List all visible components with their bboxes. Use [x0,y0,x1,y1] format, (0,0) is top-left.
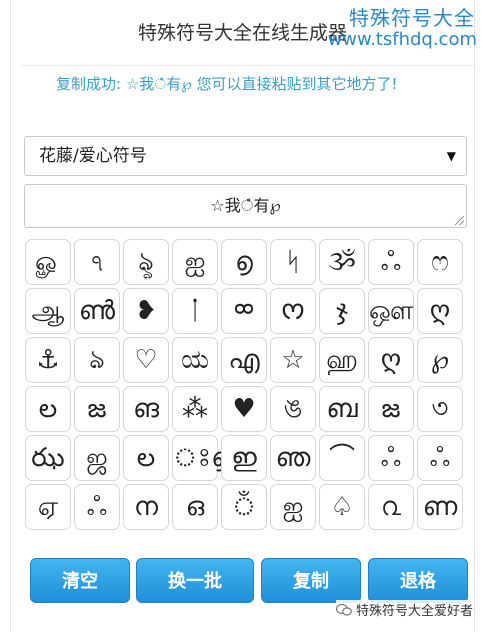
symbol-cell[interactable]: ബ [319,386,365,432]
site-watermark-url: www.tsfhdq.com [327,29,477,50]
symbol-cell[interactable]: ᛋ [270,239,316,285]
symbol-cell[interactable]: ෆ [417,239,463,285]
symbol-cell[interactable]: ஐ [270,484,316,530]
site-watermark-name: 特殊符号大全 [349,6,475,30]
resize-grip-icon[interactable] [455,216,464,225]
symbol-cell[interactable]: ღ [368,337,414,383]
symbol-cell[interactable]: ஆ [25,288,71,334]
symbol-cell[interactable]: ⁂ [172,386,218,432]
symbol-cell[interactable]: ჯ [319,288,365,334]
symbol-cell[interactable]: ᢁ [221,288,267,334]
symbol-cell[interactable]: ❥ [123,288,169,334]
symbol-cell[interactable]: ᰔ [270,288,316,334]
symbol-cell[interactable]: ങ [123,386,169,432]
symbol-cell[interactable]: జ [368,386,414,432]
category-selected-value: 花藤/爱心符号 [39,146,147,166]
symbol-cell[interactable]: ஐ [172,239,218,285]
symbol-cell[interactable]: ৩ [417,386,463,432]
symbol-cell[interactable]: ♤ [319,484,365,530]
symbol-cell[interactable]: ℘ [417,337,463,383]
symbol-cell[interactable]: ☆ [270,337,316,383]
symbol-cell[interactable]: ♥ [221,386,267,432]
symbol-cell[interactable]: ঃ൭ [172,435,229,481]
copy-button[interactable]: 复制 [261,558,361,603]
symbol-cell[interactable]: ഞ [270,435,316,481]
symbol-cell[interactable]: ღ [417,288,463,334]
symbol-cell[interactable]: ஜ [74,435,120,481]
symbol-cell[interactable]: ঀ [74,239,120,285]
symbol-cell[interactable]: ஃ [368,239,414,285]
symbol-cell[interactable]: ల [123,435,169,481]
symbol-cell[interactable]: ૐ [319,239,365,285]
symbol-cell[interactable]: ന [123,484,169,530]
symbol-cell[interactable]: ஹ [319,337,365,383]
symbol-cell[interactable]: ♡ [123,337,169,383]
symbol-cell[interactable]: ஏ [25,484,71,530]
chevron-down-icon: ▼ [446,149,456,163]
symbol-cell[interactable]: ⚓ [25,337,71,383]
symbol-grid: ௐ ঀ ৡ ஐ ൭ ᛋ ૐ ஃ ෆ ஆ ൺ ❥ ᛙ ᢁ ᰔ ჯ ஔ ღ ⚓ ঌ ♡ ಯ എ ☆ ஹ ღ ℘ ల జ ങ ⁂ ♥ ঙ ബ జ ৩ ఝ ஜ లঃ… [25,239,466,533]
symbol-cell[interactable]: ঌ [74,337,120,383]
copy-status-message: 复制成功: ☆我ഀ有℘ 您可以直接粘贴到其它地方了! [56,75,398,93]
symbol-cell[interactable]: ௐ [25,239,71,285]
backspace-button[interactable]: 退格 [368,558,468,603]
symbol-cell[interactable]: ൨ [368,484,414,530]
symbol-cell[interactable]: ᛙ [172,288,218,334]
clear-button[interactable]: 清空 [30,558,130,603]
footer-badge: 特殊符号大全爱好者 [336,600,474,619]
symbol-cell[interactable]: എ [221,337,267,383]
symbol-cell[interactable]: ৡ [123,239,169,285]
symbol-cell[interactable]: ണ [417,484,463,530]
symbol-cell[interactable]: ஃ [74,484,120,530]
wechat-icon [336,604,352,616]
symbol-cell[interactable]: ల [25,386,71,432]
symbol-cell[interactable]: ൭ [221,239,267,285]
result-textarea[interactable]: ☆我ഀ有℘ [24,184,467,228]
footer-badge-text: 特殊符号大全爱好者 [356,604,474,619]
result-text: ☆我ഀ有℘ [210,196,281,215]
symbol-cell[interactable]: ఝ [25,435,71,481]
symbol-cell[interactable]: ঁ [221,484,267,530]
symbol-cell[interactable]: ஃ [417,435,463,481]
symbol-cell[interactable]: జ [74,386,120,432]
symbol-cell[interactable]: ஔ [368,288,414,334]
symbol-cell[interactable]: ഇ [221,435,267,481]
symbol-cell[interactable]: ഒ [172,484,218,530]
symbol-cell[interactable]: ൺ [74,288,120,334]
category-select[interactable]: 花藤/爱心符号 ▼ [24,136,467,176]
symbol-cell[interactable]: ঙ [270,386,316,432]
title-divider [21,65,474,66]
next-batch-button[interactable]: 换一批 [136,558,254,603]
symbol-cell[interactable]: ஃ [368,435,414,481]
symbol-cell[interactable]: ಯ [172,337,218,383]
symbol-cell[interactable]: ⌒ [319,435,365,481]
